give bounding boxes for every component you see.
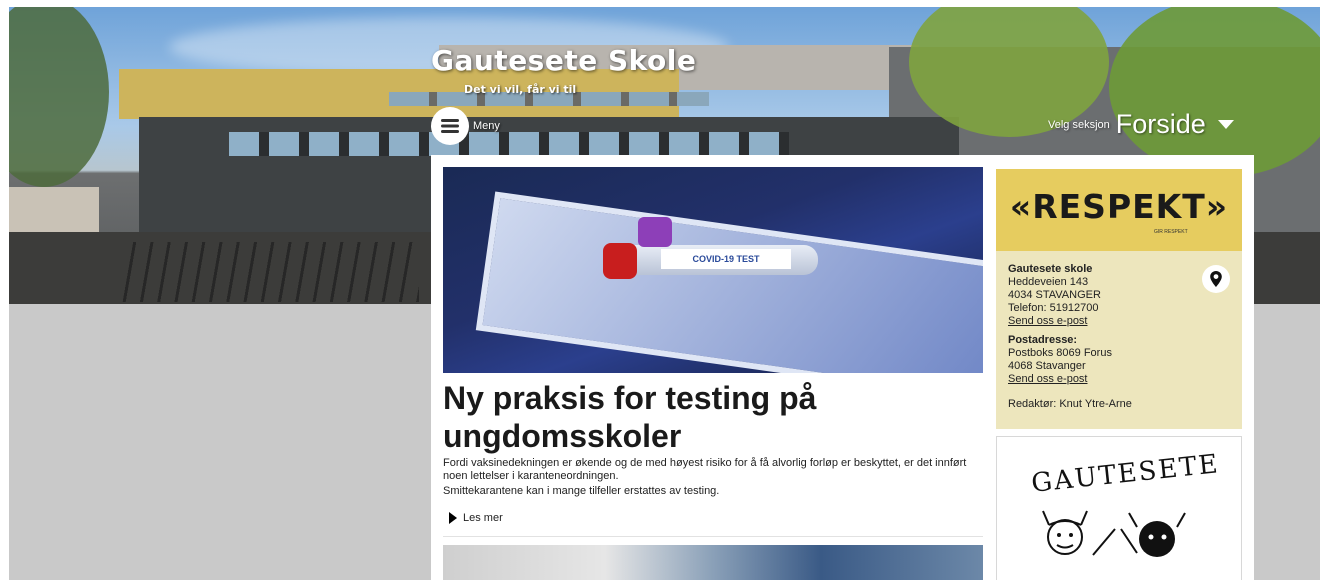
next-article-image[interactable] — [443, 545, 983, 580]
editor: Redaktør: Knut Ytre-Arne — [1008, 398, 1132, 410]
site-title[interactable]: Gautesete Skole — [431, 44, 696, 77]
school-logo[interactable]: GAUTESETE — [996, 436, 1242, 580]
email-link[interactable]: Send oss e-post — [1008, 315, 1088, 327]
read-more-label[interactable]: Les mer — [463, 512, 503, 524]
triangle-right-icon — [449, 512, 457, 524]
postal-box: Postboks 8069 Forus — [1008, 347, 1112, 359]
respekt-subtext: GIR RESPEKT — [1154, 229, 1188, 235]
respekt-logo-text: «RESPEKT» — [1009, 187, 1229, 226]
city-address: 4034 STAVANGER — [1008, 289, 1101, 301]
site-tagline: Det vi vil, får vi til — [464, 83, 577, 96]
contact-info: Gautesete skole Heddeveien 143 4034 STAV… — [996, 251, 1242, 429]
article-summary-line2: Smittekarantene kan i mange tilfeller er… — [443, 485, 720, 497]
main-content: COVID-19 TEST Ny praksis for testing på … — [431, 155, 1254, 580]
phone-number: Telefon: 51912700 — [1008, 302, 1099, 314]
section-selector-value[interactable]: Forside — [1116, 109, 1206, 140]
page-frame: Gautesete Skole Det vi vil, får vi til M… — [9, 7, 1320, 580]
school-name: Gautesete skole — [1008, 263, 1093, 275]
menu-label[interactable]: Meny — [473, 120, 500, 132]
menu-button[interactable]: Meny — [431, 107, 500, 145]
section-selector[interactable]: Velg seksjon Forside — [1048, 109, 1234, 140]
caret-down-icon[interactable] — [1217, 120, 1234, 129]
section-selector-label: Velg seksjon — [1048, 118, 1110, 131]
article-image-label: COVID-19 TEST — [661, 249, 791, 269]
article-image[interactable]: COVID-19 TEST — [443, 167, 983, 373]
sidebar: «RESPEKT» GIR RESPEKT Gautesete skole He… — [996, 169, 1242, 580]
hamburger-icon[interactable] — [431, 107, 469, 145]
viking-drawing-icon — [1042, 510, 1186, 557]
postal-city: 4068 Stavanger — [1008, 360, 1086, 372]
divider — [443, 536, 983, 537]
read-more-button[interactable]: Les mer — [449, 512, 983, 524]
map-pin-icon[interactable] — [1202, 265, 1230, 293]
postal-email-link[interactable]: Send oss e-post — [1008, 373, 1088, 385]
article-summary-line1: Fordi vaksinedekningen er økende og de m… — [443, 457, 967, 482]
respekt-banner[interactable]: «RESPEKT» GIR RESPEKT — [996, 169, 1242, 251]
postal-heading: Postadresse: — [1008, 334, 1078, 346]
street-address: Heddeveien 143 — [1008, 276, 1089, 288]
article-title[interactable]: Ny praksis for testing på ungdomsskoler — [443, 379, 983, 455]
news-article: COVID-19 TEST Ny praksis for testing på … — [443, 167, 983, 537]
